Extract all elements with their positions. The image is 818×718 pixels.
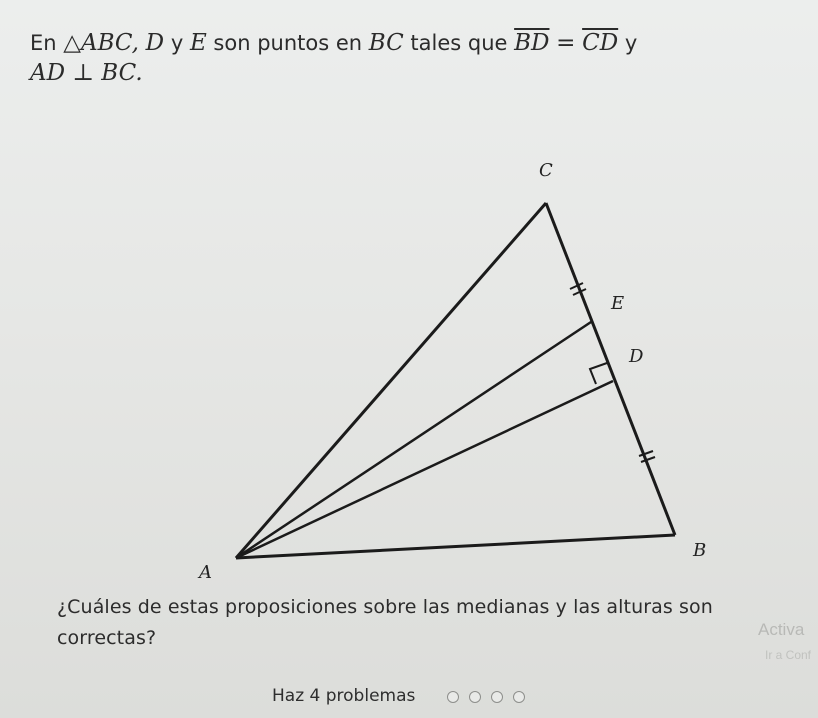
segment-ae bbox=[235, 320, 592, 560]
label-d: D bbox=[628, 346, 644, 367]
label-b: B bbox=[692, 540, 706, 561]
progress-dot bbox=[447, 691, 459, 703]
worksheet-page: En △ABC, D y E son puntos en BC tales qu… bbox=[0, 0, 818, 718]
progress-dot bbox=[469, 691, 481, 703]
progress-dots bbox=[447, 691, 525, 703]
side-ac bbox=[234, 202, 548, 559]
progress-dot bbox=[513, 691, 525, 703]
altitude-ad bbox=[235, 379, 614, 560]
label-a: A bbox=[197, 562, 212, 583]
right-angle-marker bbox=[588, 362, 608, 385]
settings-watermark: Ir a Conf bbox=[765, 648, 812, 662]
question-text: ¿Cuáles de estas proposiciones sobre las… bbox=[57, 596, 713, 649]
progress-dot bbox=[491, 691, 503, 703]
side-cb bbox=[544, 202, 677, 536]
activation-watermark: Activa bbox=[758, 620, 805, 639]
problems-label: Haz 4 problemas bbox=[272, 686, 416, 706]
label-c: C bbox=[539, 160, 553, 181]
side-ba bbox=[235, 533, 676, 560]
label-e: E bbox=[610, 293, 624, 314]
